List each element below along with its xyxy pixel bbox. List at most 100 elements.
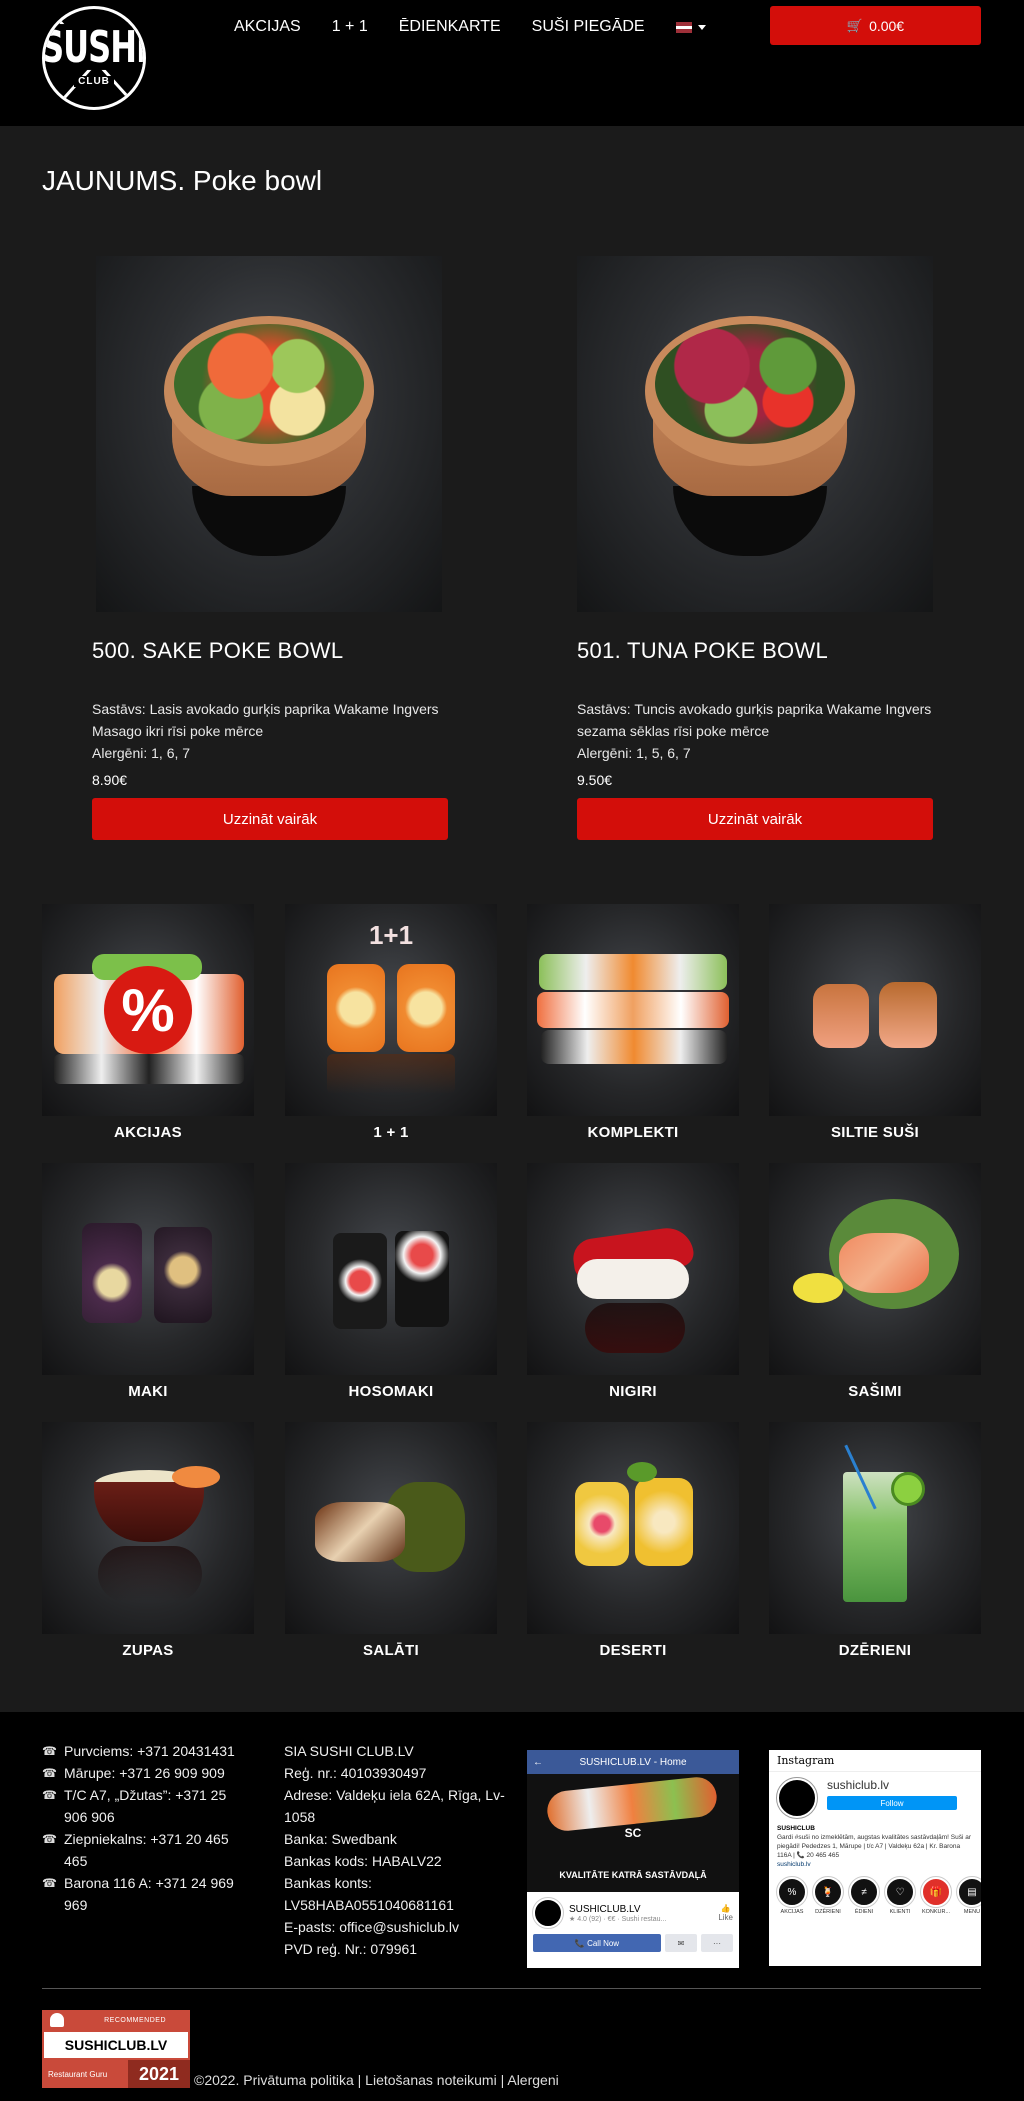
nav-one-plus-one[interactable]: 1 + 1 — [332, 18, 368, 36]
phone-icon: 📞 — [574, 1938, 588, 1948]
category-hosomaki[interactable]: HOSOMAKI — [285, 1163, 497, 1400]
instagram-avatar[interactable] — [776, 1777, 818, 1819]
facebook-widget[interactable]: ← SUSHICLUB.LV - Home SC KVALITĀTE KATRĀ… — [527, 1750, 739, 1968]
category-image — [285, 1422, 497, 1634]
product-price: 9.50€ — [577, 772, 613, 788]
facebook-page-name[interactable]: SUSHICLUB.LV — [569, 1904, 666, 1915]
category-label: HOSOMAKI — [348, 1383, 434, 1400]
phone-row[interactable]: ☎ Ziepniekalns: +371 20 465 465 — [42, 1828, 242, 1872]
facebook-cover-logo: SC — [624, 1826, 642, 1840]
facebook-header[interactable]: ← SUSHICLUB.LV - Home — [527, 1750, 739, 1774]
language-selector[interactable] — [675, 21, 706, 33]
product-price: 8.90€ — [92, 772, 128, 788]
section-title: JAUNUMS. Poke bowl — [42, 165, 323, 196]
heart-icon: ♡ — [884, 1876, 916, 1908]
phone-row[interactable]: ☎ Barona 116 A: +371 24 969 969 — [42, 1872, 242, 1916]
category-label: DZĒRIENI — [838, 1642, 912, 1659]
phone-list: ☎ Purvciems: +371 20431431 ☎ Mārupe: +371 … — [42, 1740, 242, 1916]
company-reg: Reģ. nr.: 40103930497 — [284, 1765, 427, 1781]
highlight-klienti[interactable]: ♡ KLIENTI — [884, 1876, 916, 1915]
category-zupas[interactable]: ZUPAS — [42, 1422, 254, 1659]
category-one-plus-one[interactable]: 1+1 1 + 1 — [285, 904, 497, 1141]
category-image — [769, 1163, 981, 1375]
phone-row[interactable]: ☎ Purvciems: +371 20431431 — [42, 1740, 242, 1762]
site-footer: ☎ Purvciems: +371 20431431 ☎ Mārupe: +371 … — [0, 1712, 1024, 2101]
category-sasimi[interactable]: SAŠIMI — [769, 1163, 981, 1400]
product-image[interactable] — [96, 256, 442, 612]
facebook-rating: ★ 4.0 (92) · €€ · Sushi restau... — [569, 1915, 667, 1923]
highlight-menu[interactable]: ▤ MENU — [956, 1876, 981, 1915]
one-plus-one-text: 1+1 — [368, 920, 414, 950]
product-image[interactable] — [577, 256, 933, 612]
allergens-link[interactable]: Alergeni — [507, 2072, 558, 2088]
cart-total: 0.00€ — [869, 17, 905, 34]
nav-edienkarte[interactable]: ĒDIENKARTE — [399, 18, 501, 36]
category-image — [42, 1422, 254, 1634]
messenger-button[interactable]: ✉ — [665, 1934, 697, 1952]
company-name: SIA SUSHI CLUB.LV — [284, 1743, 414, 1759]
chevron-down-icon — [697, 24, 706, 30]
phone-icon: ☎ — [42, 1766, 57, 1780]
phone-row[interactable]: ☎ T/C A7, „Džutas”: +371 25 906 906 — [42, 1784, 242, 1828]
instagram-handle[interactable]: sushiclub.lv — [827, 1778, 957, 1792]
category-komplekti[interactable]: KOMPLEKTI — [527, 904, 739, 1141]
more-button[interactable]: ··· — [701, 1934, 733, 1952]
phone-icon: ☎ — [42, 1788, 57, 1802]
instagram-widget[interactable]: Instagram sushiclub.lv Follow SUSHICLUB … — [769, 1750, 981, 1966]
highlight-akcijas[interactable]: % AKCIJAS — [776, 1876, 808, 1915]
cart-button[interactable]: 🛒 0.00€ — [770, 6, 981, 45]
instagram-highlights: % AKCIJAS 🍹 DZĒRIENI ≠ ĒDIENI ♡ KLIENTI 🎁 KON… — [769, 1869, 981, 1915]
facebook-call-button[interactable]: 📞 Call Now — [533, 1934, 661, 1952]
category-nigiri[interactable]: NIGIRI — [527, 1163, 739, 1400]
instagram-follow-button[interactable]: Follow — [827, 1796, 957, 1810]
product-title: 500. SAKE POKE BOWL — [92, 638, 344, 663]
facebook-cover: SC KVALITĀTE KATRĀ SASTĀVDAĻĀ — [527, 1774, 739, 1892]
highlight-edieni[interactable]: ≠ ĒDIENI — [848, 1876, 880, 1915]
phone-row[interactable]: ☎ Mārupe: +371 26 909 909 — [42, 1762, 242, 1784]
category-image — [769, 1422, 981, 1634]
learn-more-button[interactable]: Uzzināt vairāk — [92, 798, 448, 840]
terms-of-use-link[interactable]: Lietošanas noteikumi — [365, 2072, 497, 2088]
copyright: ©2022. — [194, 2072, 240, 2088]
sushi-club-logo[interactable]: SUSHI CLUB — [42, 6, 146, 110]
restaurant-guru-badge[interactable]: RECOMMENDED SUSHICLUB.LV Restaurant Guru… — [42, 2010, 190, 2088]
latvian-flag-icon — [675, 21, 692, 33]
product-title: 501. TUNA POKE BOWL — [577, 638, 829, 663]
poke-bowl-image — [164, 316, 374, 556]
company-email[interactable]: E-pasts: office@sushiclub.lv — [284, 1916, 524, 1938]
instagram-bio-link[interactable]: sushiclub.lv — [777, 1861, 811, 1868]
thumbs-up-icon: 👍 — [720, 1904, 731, 1913]
phone-icon: ☎ — [42, 1744, 57, 1758]
privacy-policy-link[interactable]: Privātuma politika — [243, 2072, 354, 2088]
product-allergens: Alergēni: 1, 6, 7 — [92, 745, 191, 761]
menu-icon: ▤ — [956, 1876, 981, 1908]
instagram-bio: SUSHICLUB Gardi #suši no izmeklētām, aug… — [777, 1825, 972, 1868]
product-card: 501. TUNA POKE BOWL Sastāvs: Tuncis avok… — [577, 256, 933, 840]
category-akcijas[interactable]: % AKCIJAS — [42, 904, 254, 1141]
category-siltie-susi[interactable]: SILTIE SUŠI — [769, 904, 981, 1141]
more-icon: ··· — [713, 1938, 721, 1948]
category-maki[interactable]: MAKI — [42, 1163, 254, 1400]
percent-icon: % — [776, 1876, 808, 1908]
learn-more-button[interactable]: Uzzināt vairāk — [577, 798, 933, 840]
category-image: % — [42, 904, 254, 1116]
category-dzerieni[interactable]: DZĒRIENI — [769, 1422, 981, 1659]
category-deserti[interactable]: DESERTI — [527, 1422, 739, 1659]
highlight-konkursi[interactable]: 🎁 KONKUR... — [920, 1876, 952, 1915]
phone-icon: ☎ — [42, 1832, 57, 1846]
category-salati[interactable]: SALĀTI — [285, 1422, 497, 1659]
footer-divider — [42, 1988, 981, 1989]
facebook-like-button[interactable]: 👍 Like — [718, 1904, 733, 1922]
category-label: SALĀTI — [363, 1642, 419, 1659]
phone-icon: ☎ — [42, 1876, 57, 1890]
product-ingredients: Sastāvs: Lasis avokado gurķis paprika Wa… — [92, 701, 439, 739]
facebook-avatar[interactable] — [532, 1897, 564, 1929]
product-card: 500. SAKE POKE BOWL Sastāvs: Lasis avoka… — [92, 256, 448, 840]
highlight-dzerieni[interactable]: 🍹 DZĒRIENI — [812, 1876, 844, 1915]
category-label: SILTIE SUŠI — [830, 1124, 920, 1141]
badge-source: Restaurant Guru — [48, 2069, 108, 2079]
nav-akcijas[interactable]: AKCIJAS — [234, 18, 301, 36]
chef-hat-icon — [50, 2013, 64, 2027]
nav-susi-piegade[interactable]: SUŠI PIEGĀDE — [532, 18, 645, 36]
category-image — [527, 1422, 739, 1634]
